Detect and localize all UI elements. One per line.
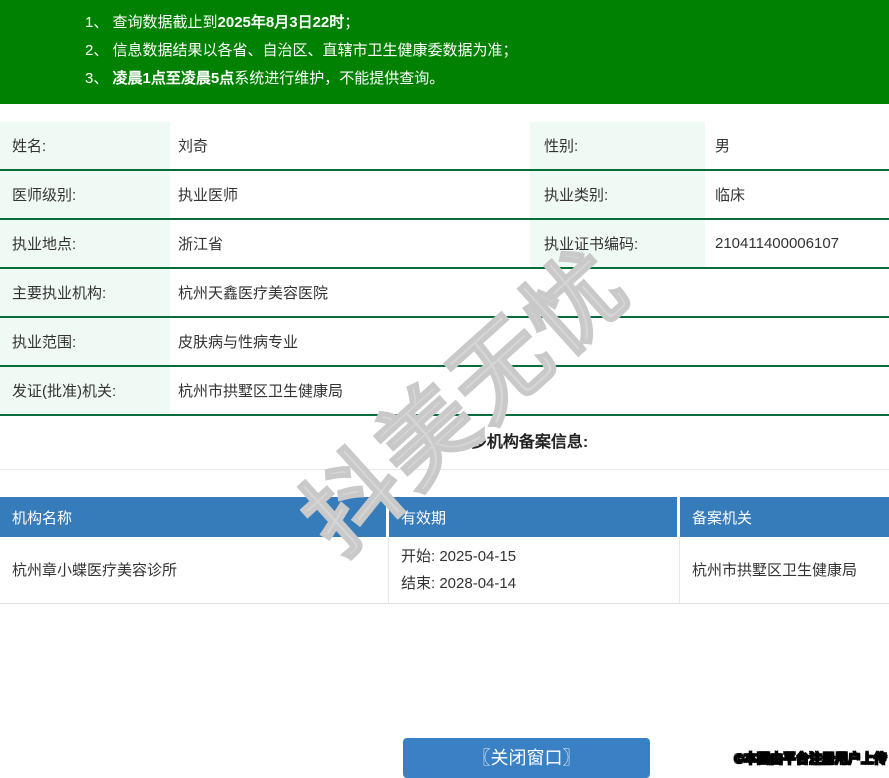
doctor-level-label: 医师级别:: [0, 171, 170, 218]
doctor-level-value: 执业医师: [178, 187, 239, 204]
main-institution-label: 主要执业机构:: [0, 269, 170, 316]
org-name-cell: 杭州章小蝶医疗美容诊所: [0, 537, 389, 603]
notice-line-2: 2、 信息数据结果以各省、自治区、直辖市卫生健康委数据为准；: [85, 37, 879, 65]
notice-line-2-text: 2、 信息数据结果以各省、自治区、直辖市卫生健康委数据为准；: [85, 42, 518, 59]
filing-authority-header: 备案机关: [680, 497, 889, 537]
practice-category-value: 临床: [715, 187, 746, 204]
close-window-button[interactable]: 〖关闭窗口〗: [403, 738, 650, 778]
org-name-text: 杭州章小蝶医疗美容诊所: [12, 561, 178, 579]
table-row: 杭州章小蝶医疗美容诊所 开始: 2025-04-15 结束: 2028-04-1…: [0, 537, 889, 604]
table-row: 发证(批准)机关: 杭州市拱墅区卫生健康局: [0, 367, 889, 416]
validity-start-text: 开始: 2025-04-15: [401, 548, 517, 565]
table-row: 执业地点: 浙江省 执业证书编码: 210411400006107: [0, 220, 889, 269]
filing-table-header: 机构名称 有效期 备案机关: [0, 497, 889, 537]
validity-period-cell: 开始: 2025-04-15 结束: 2028-04-14: [389, 537, 680, 603]
main-institution-value: 杭州天鑫医疗美容医院: [178, 285, 329, 302]
issuing-authority-label: 发证(批准)机关:: [0, 367, 170, 414]
filing-authority-cell: 杭州市拱墅区卫生健康局: [680, 537, 889, 603]
practice-category-label: 执业类别:: [530, 171, 705, 218]
notice-line-1-tail: ；: [344, 14, 360, 31]
certificate-number-label: 执业证书编码:: [530, 220, 705, 267]
gender-value: 男: [715, 138, 731, 155]
notice-line-1-bold: 2025年8月3日22时: [217, 14, 345, 31]
table-row: 医师级别: 执业医师 执业类别: 临床: [0, 171, 889, 220]
multi-institution-section-title: 多机构备案信息:: [0, 416, 889, 470]
issuing-authority-value: 杭州市拱墅区卫生健康局: [178, 383, 344, 400]
validity-period-header: 有效期: [389, 497, 680, 537]
practice-scope-value: 皮肤病与性病专业: [178, 334, 299, 351]
doctor-info-table: 姓名: 刘奇 性别: 男 医师级别: 执业医师 执业类别: 临床 执业地点: 浙…: [0, 122, 889, 416]
notice-line-3-text: 3、: [85, 70, 113, 87]
upload-attribution-caption: ©本图由平台注册用户上传: [734, 751, 888, 767]
notice-banner: 1、 查询数据截止到2025年8月3日22时； 2、 信息数据结果以各省、自治区…: [0, 0, 889, 104]
validity-end-text: 结束: 2028-04-14: [401, 575, 517, 592]
notice-line-3-bold: 凌晨1点至凌晨5点: [112, 70, 235, 87]
table-row: 主要执业机构: 杭州天鑫医疗美容医院: [0, 269, 889, 318]
notice-line-3-tail: 系统进行维护，不能提供查询。: [234, 70, 445, 87]
name-label: 姓名:: [0, 122, 170, 169]
practice-scope-label: 执业范围:: [0, 318, 170, 365]
notice-line-1: 1、 查询数据截止到2025年8月3日22时；: [85, 9, 879, 37]
gender-label: 性别:: [530, 122, 705, 169]
table-row: 执业范围: 皮肤病与性病专业: [0, 318, 889, 367]
filing-table: 机构名称 有效期 备案机关 杭州章小蝶医疗美容诊所 开始: 2025-04-15…: [0, 497, 889, 604]
certificate-number-value: 210411400006107: [715, 235, 840, 252]
table-row: 姓名: 刘奇 性别: 男: [0, 122, 889, 171]
name-value: 刘奇: [178, 138, 209, 155]
filing-authority-text: 杭州市拱墅区卫生健康局: [692, 561, 858, 579]
notice-line-1-text: 1、 查询数据截止到: [85, 14, 218, 31]
practice-location-value: 浙江省: [178, 236, 224, 253]
notice-line-3: 3、 凌晨1点至凌晨5点系统进行维护，不能提供查询。: [85, 65, 879, 93]
practice-location-label: 执业地点:: [0, 220, 170, 267]
org-name-header: 机构名称: [0, 497, 389, 537]
